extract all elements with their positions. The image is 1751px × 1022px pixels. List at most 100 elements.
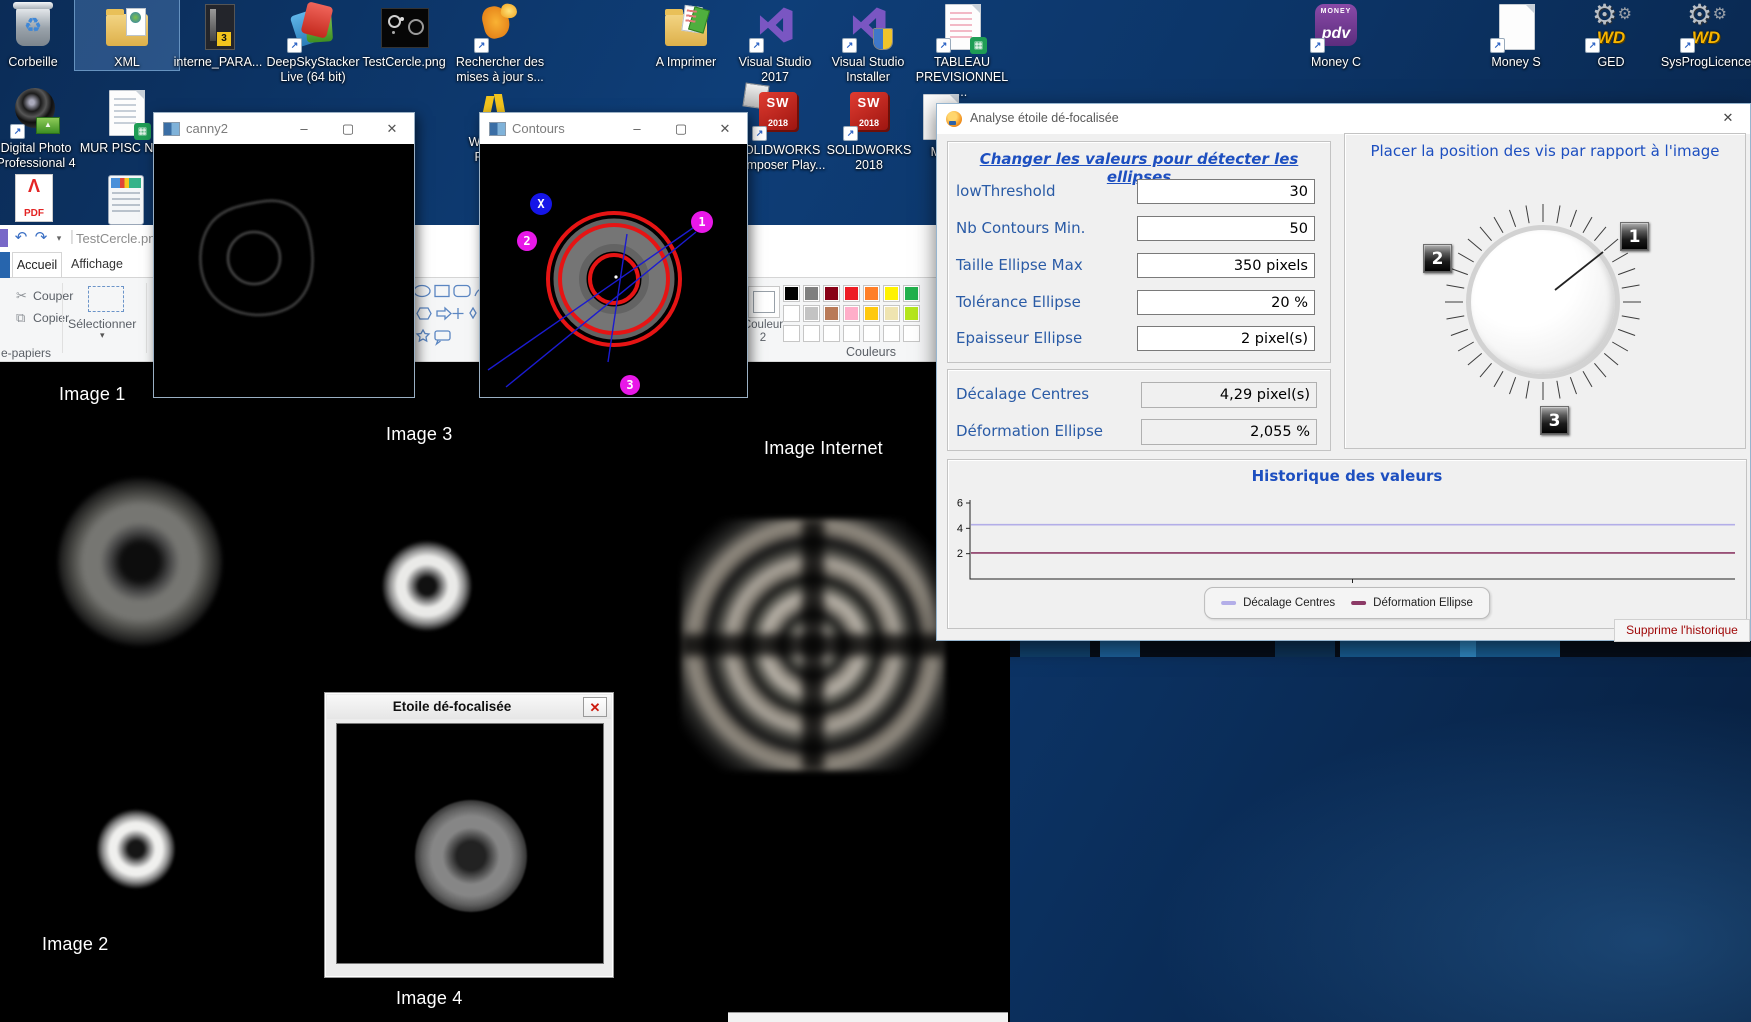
desktop-icon-money-c[interactable]: MONEYpdv ↗ Money C: [1284, 2, 1388, 70]
palette-color[interactable]: [823, 325, 840, 342]
parameters-group: Changer les valeurs pour détecter les el…: [947, 141, 1331, 363]
desktop-icon-xml[interactable]: XML: [75, 0, 179, 70]
desktop-icon-label: SysProgLicence: [1654, 55, 1751, 70]
select-rectangle-icon[interactable]: [88, 286, 124, 312]
copy-button[interactable]: Copier: [33, 311, 69, 325]
desktop-icon-tableau-previsionnel[interactable]: ▦ ↗ TABLEAU PREVISIONNEL ...: [910, 2, 1014, 100]
palette-color[interactable]: [863, 325, 880, 342]
desktop-icon-rechercher-maj[interactable]: ↗ Rechercher des mises à jour s...: [448, 2, 552, 85]
undo-icon[interactable]: ↶: [12, 228, 30, 246]
etoile-image: [336, 723, 604, 964]
epaisseur-input[interactable]: [1137, 326, 1315, 351]
palette-color[interactable]: [783, 285, 800, 302]
desktop-icon-label: XML: [75, 55, 179, 70]
window-icon: [489, 122, 506, 136]
svg-text:1: 1: [698, 215, 705, 229]
maximize-button[interactable]: ▢: [659, 113, 703, 144]
close-button[interactable]: ✕: [1706, 104, 1750, 134]
cut-icon[interactable]: ✂: [16, 288, 27, 304]
screw-button-2[interactable]: 2: [1423, 244, 1452, 273]
palette-color[interactable]: [903, 325, 920, 342]
screw-button-1[interactable]: 1: [1620, 222, 1649, 251]
palette-color[interactable]: [883, 285, 900, 302]
minimize-button[interactable]: –: [282, 113, 326, 144]
etoile-titlebar[interactable]: Etoile dé-focalisée ✕: [327, 695, 611, 719]
tolerance-input[interactable]: [1137, 290, 1315, 315]
defocused-star-image3: [382, 540, 472, 632]
field-label-taille-ellipse: Taille Ellipse Max: [956, 256, 1083, 274]
cut-button[interactable]: Couper: [33, 289, 73, 303]
legend-swatch-deformation: [1351, 601, 1366, 605]
contours-window-title: Contours: [512, 121, 565, 136]
palette-color[interactable]: [843, 305, 860, 322]
close-button[interactable]: ✕: [703, 113, 747, 144]
palette-color[interactable]: [823, 285, 840, 302]
palette-color[interactable]: [863, 305, 880, 322]
color2-box[interactable]: [748, 286, 780, 318]
desktop-icon-sysproglicence[interactable]: ⚙⚙WD ↗ SysProgLicence: [1654, 2, 1751, 70]
palette-color[interactable]: [843, 285, 860, 302]
taille-ellipse-input[interactable]: [1137, 253, 1315, 278]
redo-icon[interactable]: ↷: [32, 228, 50, 246]
palette-color[interactable]: [783, 325, 800, 342]
select-dropdown-icon[interactable]: ▾: [100, 330, 105, 341]
palette-color[interactable]: [843, 325, 860, 342]
desktop-icon-testcercle[interactable]: TestCercle.png: [352, 2, 456, 70]
palette-color[interactable]: [883, 325, 900, 342]
desktop-icon-deepskystacker[interactable]: ↗ DeepSkyStacker Live (64 bit): [261, 2, 365, 85]
field-label-tolerance: Tolérance Ellipse: [956, 293, 1081, 311]
desktop-icon-label: DeepSkyStacker Live (64 bit): [261, 55, 365, 85]
analyse-dialog-titlebar[interactable]: Analyse étoile dé-focalisée ✕: [937, 104, 1750, 134]
desktop-icon-label: interne_PARA...: [166, 55, 270, 70]
canny2-titlebar[interactable]: canny2 – ▢ ✕: [154, 113, 414, 144]
palette-color[interactable]: [783, 305, 800, 322]
tab-affichage[interactable]: Affichage: [66, 252, 128, 277]
camera-lens-icon: ▲ ↗: [11, 88, 61, 138]
desktop-icon-corbeille[interactable]: ♻ Corbeille: [0, 2, 85, 70]
minimize-button[interactable]: –: [615, 113, 659, 144]
clipboard-group-label: e-papiers: [1, 346, 51, 360]
field-label-decalage: Décalage Centres: [956, 385, 1089, 403]
svg-text:2: 2: [523, 234, 530, 248]
desktop-icon-interne-para[interactable]: 3 interne_PARA...: [166, 2, 270, 70]
screw-button-3[interactable]: 3: [1540, 406, 1569, 435]
nbcontours-input[interactable]: [1137, 216, 1315, 241]
select-button[interactable]: Sélectionner: [68, 317, 136, 331]
palette-color[interactable]: [883, 305, 900, 322]
palette-color[interactable]: [803, 325, 820, 342]
shortcut-arrow-icon: ↗: [843, 126, 858, 141]
palette-color[interactable]: [803, 285, 820, 302]
close-button[interactable]: ✕: [370, 113, 414, 144]
internet-target-image: [681, 519, 945, 771]
background-strip-segment: [1275, 641, 1335, 657]
desktop-icon-vs-installer[interactable]: ↗ Visual Studio Installer: [816, 2, 920, 85]
shortcut-arrow-icon: ↗: [1585, 38, 1600, 53]
lowthreshold-input[interactable]: [1137, 179, 1315, 204]
file-tab-stub[interactable]: [0, 252, 10, 278]
desktop-icon-money-s[interactable]: ↗ Money S: [1464, 2, 1568, 70]
tab-accueil[interactable]: Accueil: [12, 252, 62, 277]
desktop-icon-ged[interactable]: ⚙⚙WD ↗ GED: [1559, 2, 1663, 70]
desktop-icon-label: GED: [1559, 55, 1663, 70]
desktop-icon-label: Visual Studio Installer: [816, 55, 920, 85]
contours-titlebar[interactable]: Contours – ▢ ✕: [480, 113, 747, 144]
screw-position-group: Placer la position des vis par rapport à…: [1344, 133, 1746, 449]
palette-color[interactable]: [803, 305, 820, 322]
close-button[interactable]: ✕: [583, 697, 607, 717]
copy-icon[interactable]: ⧉: [16, 310, 25, 326]
shortcut-arrow-icon: ↗: [1680, 38, 1695, 53]
window-icon: [163, 122, 180, 136]
maximize-button[interactable]: ▢: [326, 113, 370, 144]
field-label-lowthreshold: lowThreshold: [956, 182, 1056, 200]
print-folder-icon: [661, 2, 711, 52]
legend-label-deformation: Déformation Ellipse: [1373, 597, 1473, 609]
screw-dial[interactable]: [1466, 225, 1620, 379]
palette-color[interactable]: [903, 305, 920, 322]
analyse-dialog: Analyse étoile dé-focalisée ✕ Changer le…: [936, 103, 1751, 641]
palette-color[interactable]: [823, 305, 840, 322]
clear-history-button[interactable]: Supprime l'historique: [1614, 619, 1750, 642]
palette-color[interactable]: [863, 285, 880, 302]
desktop-icon-vs2017[interactable]: ↗ Visual Studio 2017: [723, 2, 827, 85]
shortcut-arrow-icon: ↗: [1310, 38, 1325, 53]
palette-color[interactable]: [903, 285, 920, 302]
